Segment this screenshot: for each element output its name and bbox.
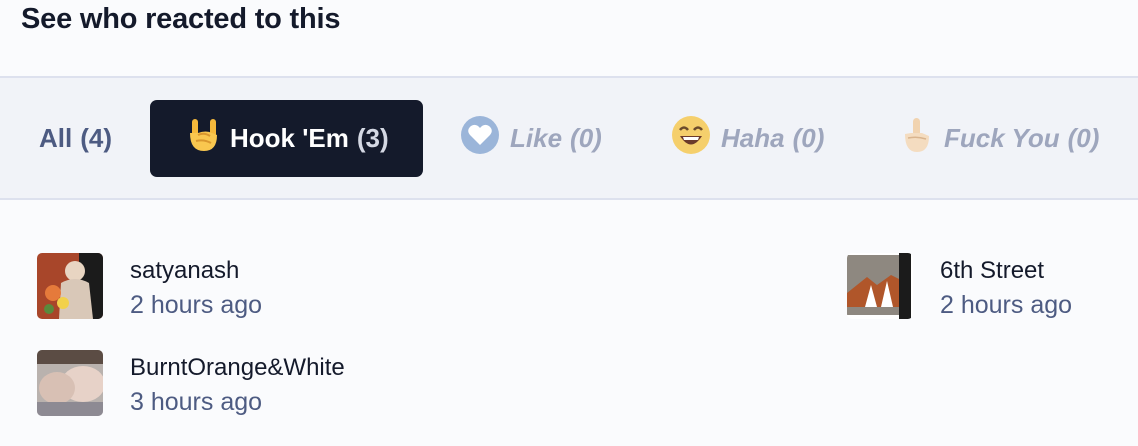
horns-hand-icon	[186, 117, 220, 160]
reaction-tabs: All (4) Hook 'Em (3) Like (0) Haha (0) F…	[0, 76, 1138, 200]
avatar[interactable]	[37, 350, 103, 416]
tab-count: (4)	[80, 123, 113, 153]
reaction-time: 2 hours ago	[940, 291, 1073, 319]
tab-hook-em[interactable]: Hook 'Em (3)	[150, 100, 423, 177]
reaction-time: 3 hours ago	[130, 388, 263, 416]
tab-label: Like	[510, 123, 563, 153]
tab-count: (0)	[570, 123, 602, 153]
tab-all[interactable]: All (4)	[39, 100, 112, 177]
reactors-list: satyanash 2 hours ago BurntOrange&White …	[0, 200, 1138, 446]
heart-icon	[460, 115, 500, 162]
tab-haha[interactable]: Haha (0)	[671, 100, 824, 177]
tab-label: All	[39, 123, 73, 153]
tab-label: Haha	[721, 123, 785, 153]
user-name[interactable]: BurntOrange&White	[130, 352, 345, 384]
tab-count: (0)	[792, 123, 825, 153]
tab-like[interactable]: Like (0)	[460, 100, 602, 177]
tab-count: (3)	[356, 123, 389, 153]
user-name[interactable]: 6th Street	[940, 255, 1072, 287]
dialog-header: See who reacted to this	[0, 0, 1138, 77]
tab-label: Hook 'Em	[230, 123, 349, 153]
tab-count: (0)	[1067, 123, 1100, 153]
user-name[interactable]: satyanash	[130, 255, 262, 287]
avatar[interactable]	[847, 253, 913, 319]
tab-label: Fuck You	[944, 123, 1060, 153]
user-info: BurntOrange&White 3 hours ago	[130, 352, 345, 419]
dialog-title: See who reacted to this	[21, 3, 341, 35]
user-item[interactable]: BurntOrange&White 3 hours ago	[37, 297, 345, 419]
laughing-face-icon	[671, 115, 711, 162]
tab-fuck-you[interactable]: Fuck You (0)	[900, 100, 1099, 177]
middle-finger-icon	[900, 116, 934, 161]
user-item[interactable]: 6th Street 2 hours ago	[847, 200, 1072, 322]
user-info: 6th Street 2 hours ago	[940, 255, 1072, 322]
